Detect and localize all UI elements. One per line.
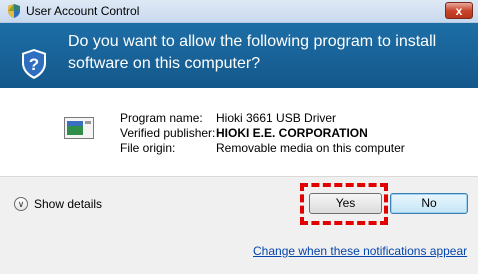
show-details-label[interactable]: Show details <box>34 197 102 211</box>
program-info: Program name: Hioki 3661 USB Driver Veri… <box>120 111 405 156</box>
change-notifications-link[interactable]: Change when these notifications appear <box>253 244 467 258</box>
title-bar: User Account Control x <box>0 0 478 23</box>
footer-bar <box>0 176 478 274</box>
window-title: User Account Control <box>26 4 140 18</box>
no-button[interactable]: No <box>390 193 468 214</box>
uac-shield-icon <box>8 4 20 18</box>
svg-text:?: ? <box>29 55 39 74</box>
header-question: Do you want to allow the following progr… <box>68 33 437 72</box>
yes-button[interactable]: Yes <box>309 193 382 214</box>
chevron-down-icon[interactable]: ∨ <box>14 197 28 211</box>
shield-question-icon: ? <box>22 49 46 79</box>
program-icon <box>64 117 94 139</box>
close-button[interactable]: x <box>445 2 473 19</box>
header-band: ? Do you want to allow the following pro… <box>0 23 478 88</box>
uac-dialog: User Account Control x ? Do you want to … <box>0 0 478 274</box>
publisher-label: Verified publisher: <box>120 126 216 140</box>
program-name-label: Program name: <box>120 111 203 125</box>
show-details-toggle[interactable]: ∨ Show details <box>14 197 102 211</box>
file-origin-label: File origin: <box>120 141 176 155</box>
file-origin-value: Removable media on this computer <box>216 141 405 155</box>
program-name-value: Hioki 3661 USB Driver <box>216 111 337 125</box>
publisher-value: HIOKI E.E. CORPORATION <box>216 126 368 140</box>
